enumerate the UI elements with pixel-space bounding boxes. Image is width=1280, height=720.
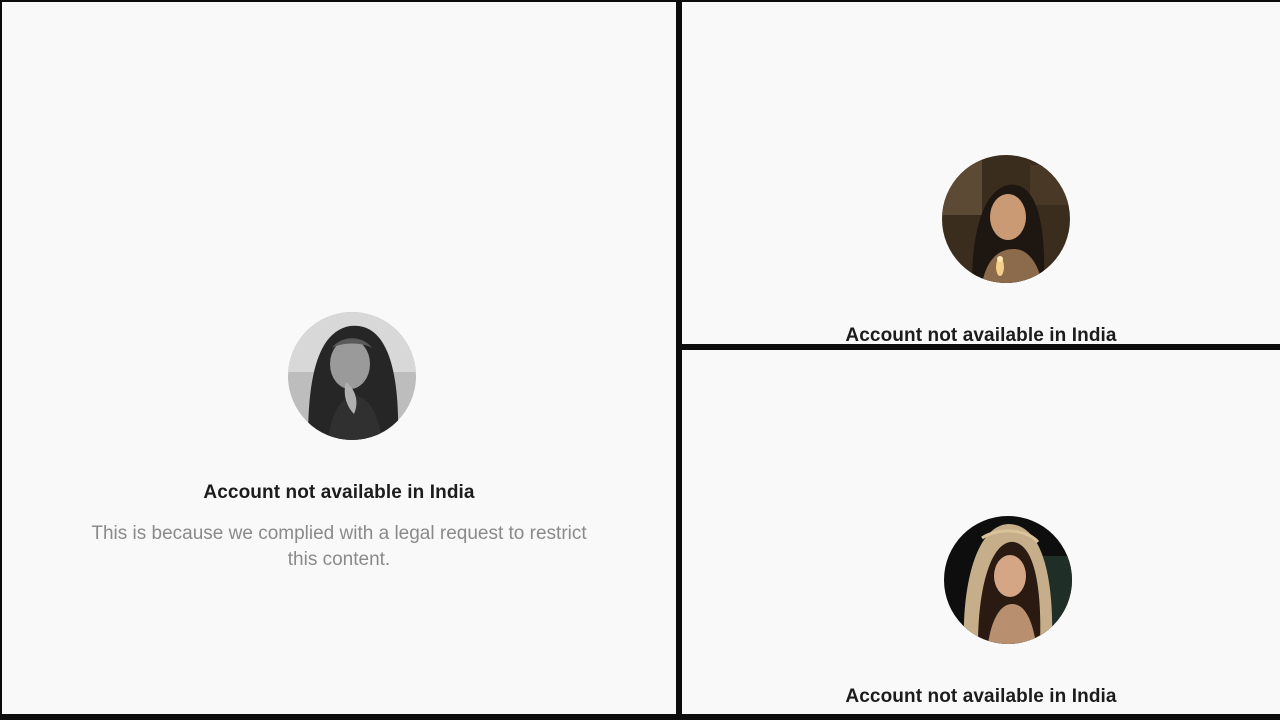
profile-photo-grayscale: [288, 312, 416, 440]
restricted-profile-panel-bottom-right: Account not available in India: [682, 350, 1280, 714]
restricted-profile-panel-left: Account not available in India This is b…: [2, 2, 676, 714]
profile-photo-bridal: [944, 516, 1072, 644]
profile-avatar[interactable]: [942, 155, 1070, 283]
profile-avatar[interactable]: [288, 312, 416, 440]
profile-photo-candlelight: [942, 155, 1070, 283]
unavailable-title: Account not available in India: [845, 686, 1117, 707]
profile-avatar[interactable]: [944, 516, 1072, 644]
screenshot-collage: Account not available in India This is b…: [0, 0, 1280, 720]
unavailable-title: Account not available in India: [203, 482, 475, 503]
unavailable-title: Account not available in India: [845, 325, 1117, 344]
legal-request-message: This is because we complied with a legal…: [91, 523, 587, 570]
restricted-profile-panel-top-right: Account not available in India: [682, 2, 1280, 344]
